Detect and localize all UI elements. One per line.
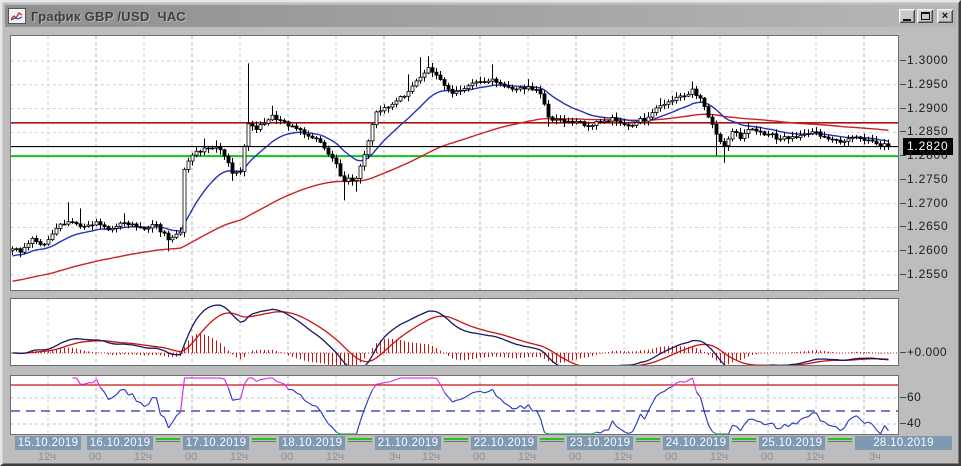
rsi-panel[interactable]: RSI bbox=[10, 375, 899, 435]
y-axis-tick bbox=[900, 203, 906, 204]
time-axis-label: 12ч bbox=[798, 451, 832, 463]
rsi-axis-tick bbox=[900, 397, 906, 398]
date-separator-gray-line bbox=[828, 441, 852, 442]
date-separator-gray-line bbox=[732, 441, 756, 442]
y-axis-label: 1.2750 bbox=[907, 172, 959, 186]
macd-zero-tick bbox=[900, 352, 906, 353]
y-axis-label: 1.2800 bbox=[907, 148, 959, 162]
time-axis-label: 00 bbox=[750, 451, 784, 463]
close-button[interactable]: × bbox=[937, 9, 953, 23]
minimize-icon bbox=[903, 19, 911, 21]
macd-panel[interactable]: MACD bbox=[10, 298, 899, 366]
date-separator-green-line bbox=[444, 438, 468, 440]
minimize-button[interactable] bbox=[899, 9, 915, 23]
time-axis-label: 00 bbox=[270, 451, 304, 463]
date-separator-green-line bbox=[252, 438, 276, 440]
window-title: График GBP /USD ЧАС bbox=[31, 9, 897, 24]
date-separator-gray-line bbox=[348, 441, 372, 442]
rsi-axis-tick bbox=[900, 423, 906, 424]
y-axis-label: 1.2700 bbox=[907, 196, 959, 210]
date-separator-green-line bbox=[156, 438, 180, 440]
y-axis-tick bbox=[900, 84, 906, 85]
date-separator-gray-line bbox=[636, 441, 660, 442]
date-separator-gray-line bbox=[444, 441, 468, 442]
date-separator-green-line bbox=[540, 438, 564, 440]
y-axis-tick bbox=[900, 179, 906, 180]
date-separator-gray-line bbox=[252, 441, 276, 442]
date-separator-green-line bbox=[828, 438, 852, 440]
time-axis-label: 00 bbox=[654, 451, 688, 463]
y-axis-label: 1.2950 bbox=[907, 77, 959, 91]
y-axis-label: 1.2850 bbox=[907, 124, 959, 138]
time-axis-label: 12ч bbox=[606, 451, 640, 463]
date-axis-cell: 15.10.2019 bbox=[15, 436, 81, 450]
y-axis-tick bbox=[900, 108, 906, 109]
time-axis-label: 00 bbox=[174, 451, 208, 463]
date-axis-cell: 25.10.2019 bbox=[759, 436, 825, 450]
title-bar[interactable]: График GBP /USD ЧАС × bbox=[5, 5, 956, 27]
y-axis-tick bbox=[900, 226, 906, 227]
date-axis-cell: 23.10.2019 bbox=[567, 436, 633, 450]
time-axis-label: 12ч bbox=[126, 451, 160, 463]
y-axis-tick bbox=[900, 60, 906, 61]
time-axis-label: 00 bbox=[558, 451, 592, 463]
rsi-canvas bbox=[11, 376, 898, 434]
maximize-button[interactable] bbox=[917, 9, 933, 23]
time-axis-label: 12ч bbox=[702, 451, 736, 463]
rsi-axis-label: 40 bbox=[907, 416, 921, 430]
date-separator-green-line bbox=[636, 438, 660, 440]
date-axis-cell: 16.10.2019 bbox=[87, 436, 153, 450]
y-axis-label: 1.3000 bbox=[907, 53, 959, 67]
date-axis-cell: 18.10.2019 bbox=[279, 436, 345, 450]
macd-zero-label: +0.000 bbox=[907, 345, 947, 359]
date-separator-green-line bbox=[732, 438, 756, 440]
rsi-axis-label: 60 bbox=[907, 390, 921, 404]
y-axis-tick bbox=[900, 155, 906, 156]
y-axis-tick bbox=[900, 250, 906, 251]
time-axis-label: 12ч bbox=[30, 451, 64, 463]
time-axis-label: 00 bbox=[78, 451, 112, 463]
time-axis-label: 12ч bbox=[510, 451, 544, 463]
date-axis-cell: 24.10.2019 bbox=[663, 436, 729, 450]
y-axis-tick bbox=[900, 131, 906, 132]
time-axis-label: 12ч bbox=[414, 451, 448, 463]
date-separator-gray-line bbox=[540, 441, 564, 442]
close-icon: × bbox=[942, 11, 948, 21]
time-axis-label: 12ч bbox=[318, 451, 352, 463]
y-axis-label: 1.2650 bbox=[907, 219, 959, 233]
date-separator-gray-line bbox=[156, 441, 180, 442]
y-axis-label: 1.2900 bbox=[907, 101, 959, 115]
date-axis-cell: 28.10.2019 bbox=[855, 436, 952, 450]
time-axis-label: 00 bbox=[462, 451, 496, 463]
date-axis-cell: 17.10.2019 bbox=[183, 436, 249, 450]
price-chart-panel[interactable]: Exponential_Moving_Average Exponential_M… bbox=[10, 35, 899, 291]
time-axis-label: 12ч bbox=[222, 451, 256, 463]
chart-window: График GBP /USD ЧАС × Exponential_Moving… bbox=[0, 0, 961, 466]
date-separator-green-line bbox=[348, 438, 372, 440]
date-axis-cell: 22.10.2019 bbox=[471, 436, 537, 450]
macd-canvas bbox=[11, 299, 898, 365]
chart-icon[interactable] bbox=[8, 8, 26, 24]
date-axis-cell: 21.10.2019 bbox=[375, 436, 441, 450]
time-axis-label: 3ч bbox=[378, 451, 412, 463]
time-axis-label: 3ч bbox=[858, 451, 892, 463]
price-chart-canvas bbox=[11, 36, 898, 290]
y-axis-label: 1.2550 bbox=[907, 267, 959, 281]
maximize-icon bbox=[921, 12, 930, 20]
y-axis-tick bbox=[900, 274, 906, 275]
y-axis-label: 1.2600 bbox=[907, 243, 959, 257]
